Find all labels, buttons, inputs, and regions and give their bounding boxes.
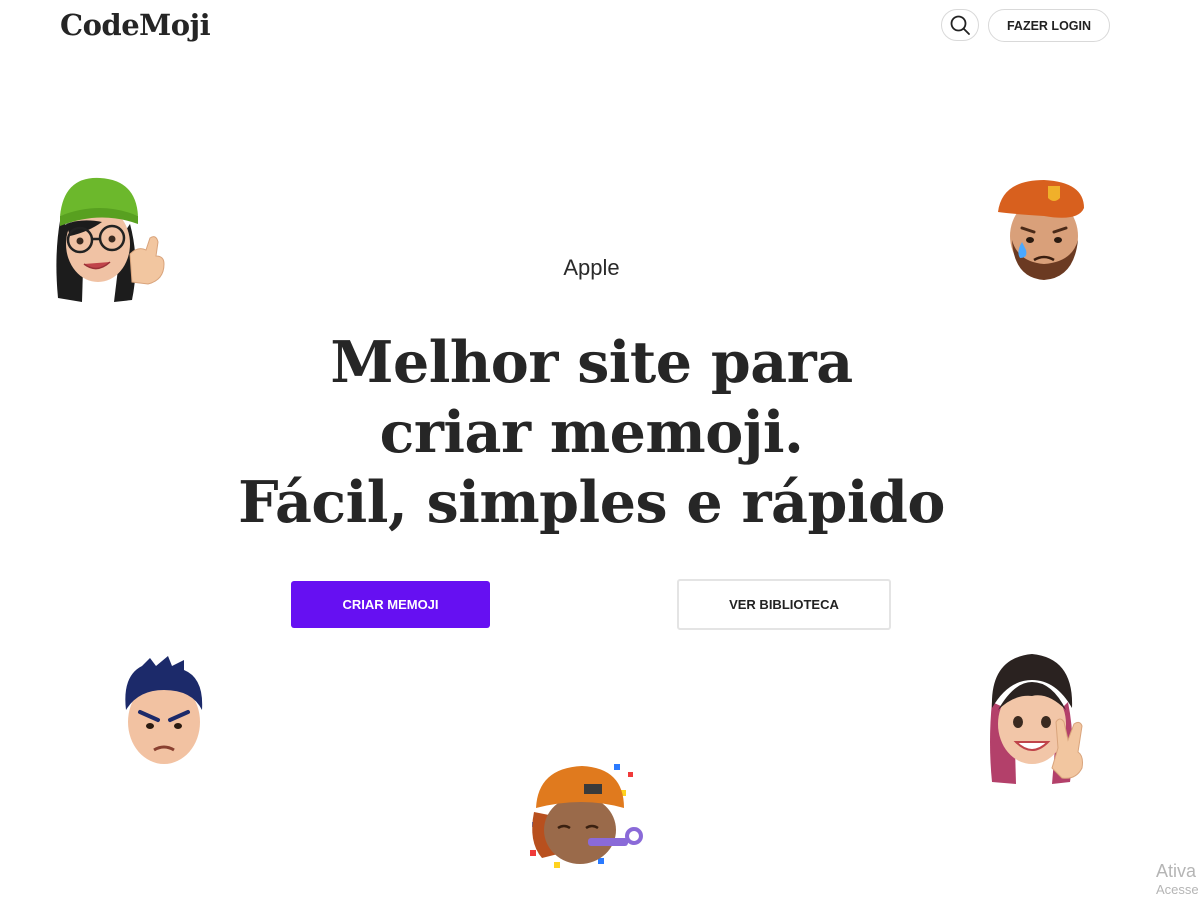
memoji-girl-peace-sign — [990, 654, 1083, 784]
headline-line-1: Melhor site para — [330, 329, 853, 396]
activation-watermark: Ativa Acesse — [1156, 860, 1198, 898]
hero-headline: Melhor site para criar memoji. Fácil, si… — [0, 328, 1183, 538]
site-logo[interactable]: CodeMoji — [60, 8, 211, 42]
login-button[interactable]: FAZER LOGIN — [988, 9, 1110, 42]
headline-line-2: criar memoji. — [379, 399, 804, 466]
memoji-party-blower — [530, 764, 643, 868]
memoji-girl-green-beanie-thumbs-up — [56, 177, 165, 302]
search-button[interactable] — [941, 9, 979, 41]
headline-line-3: Fácil, simples e rápido — [238, 469, 945, 536]
view-library-button[interactable]: VER BIBLIOTECA — [677, 579, 891, 630]
memoji-angry-blue-hair — [125, 656, 203, 764]
watermark-line-1: Ativa — [1156, 861, 1197, 881]
search-icon — [950, 15, 970, 35]
create-memoji-button[interactable]: CRIAR MEMOJI — [291, 581, 490, 628]
memoji-crying-beret — [998, 180, 1084, 280]
watermark-line-2: Acesse — [1156, 882, 1198, 897]
